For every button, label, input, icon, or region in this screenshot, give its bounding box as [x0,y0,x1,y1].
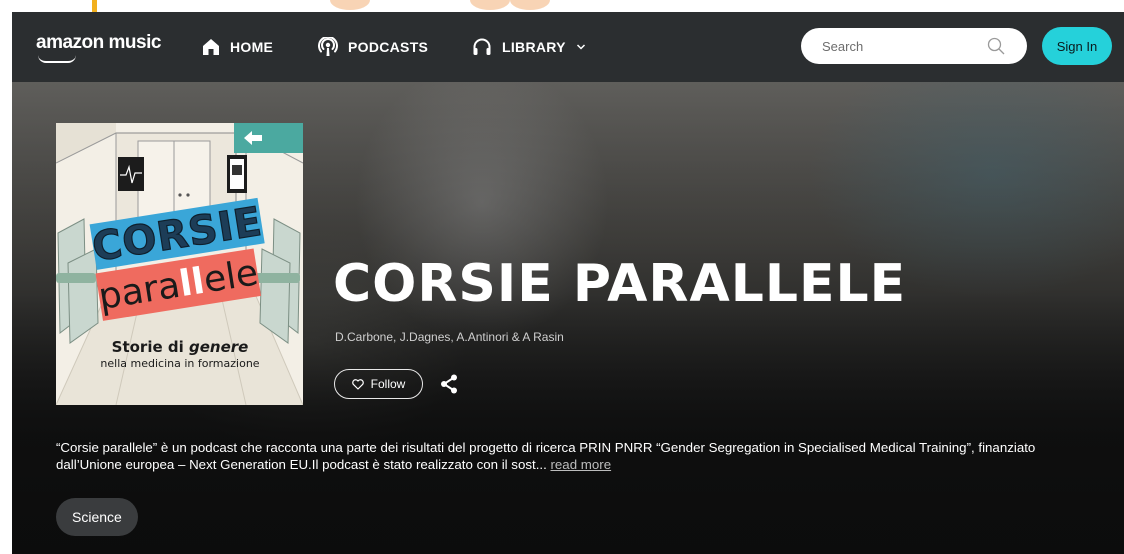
share-icon [441,374,457,394]
share-button[interactable] [440,374,458,399]
heart-icon [351,378,364,390]
nav-podcasts[interactable]: PODCASTS [318,12,428,82]
top-navigation-bar: amazon music HOME PODCASTS LIBRARY Searc… [12,12,1124,82]
podcast-cover-art[interactable]: CORSIE parallele Storie di genere nella … [56,123,303,405]
page-top-strip [0,0,1124,12]
nav-home-label: HOME [230,39,274,55]
chevron-down-icon [576,44,585,50]
podcast-title: CORSIE PARALLELE [333,254,907,314]
follow-button[interactable]: Follow [334,369,423,399]
podcast-description: “Corsie parallele” è un podcast che racc… [56,439,1096,473]
logo-text: amazon music [36,32,161,53]
decorative-shape [330,0,370,10]
svg-text:Storie di genere: Storie di genere [112,338,249,356]
podcast-hero: CORSIE parallele Storie di genere nella … [12,82,1124,554]
sign-in-button[interactable]: Sign In [1042,27,1112,65]
decorative-bar [92,0,97,12]
description-text: “Corsie parallele” è un podcast che racc… [56,440,1036,472]
nav-library-label: LIBRARY [502,39,566,55]
search-box[interactable] [801,28,1027,64]
home-icon [203,39,219,55]
read-more-link[interactable]: read more [550,457,611,472]
cover-subtitle-b: genere [189,338,248,356]
headphones-icon [473,38,491,55]
cover-subtitle-line2: nella medicina in formazione [100,357,259,370]
decorative-shape [510,0,550,10]
logo-smile-icon [38,55,76,63]
nav-library[interactable]: LIBRARY [472,12,586,82]
decorative-shape [470,0,510,10]
search-input[interactable] [822,38,972,54]
follow-label: Follow [370,377,406,391]
cover-line-ele: ele [201,252,261,301]
nav-podcasts-label: PODCASTS [348,39,429,55]
amazon-music-logo[interactable]: amazon music [36,32,161,63]
search-icon[interactable] [987,37,1005,55]
podcast-authors: D.Carbone, J.Dagnes, A.Antinori & A Rasi… [335,330,564,344]
cover-subtitle-a: Storie di [112,338,189,356]
nav-home[interactable]: HOME [202,12,273,82]
podcast-icon [318,37,338,56]
amazon-music-window: amazon music HOME PODCASTS LIBRARY Searc… [12,12,1124,554]
genre-tag[interactable]: Science [56,498,138,536]
